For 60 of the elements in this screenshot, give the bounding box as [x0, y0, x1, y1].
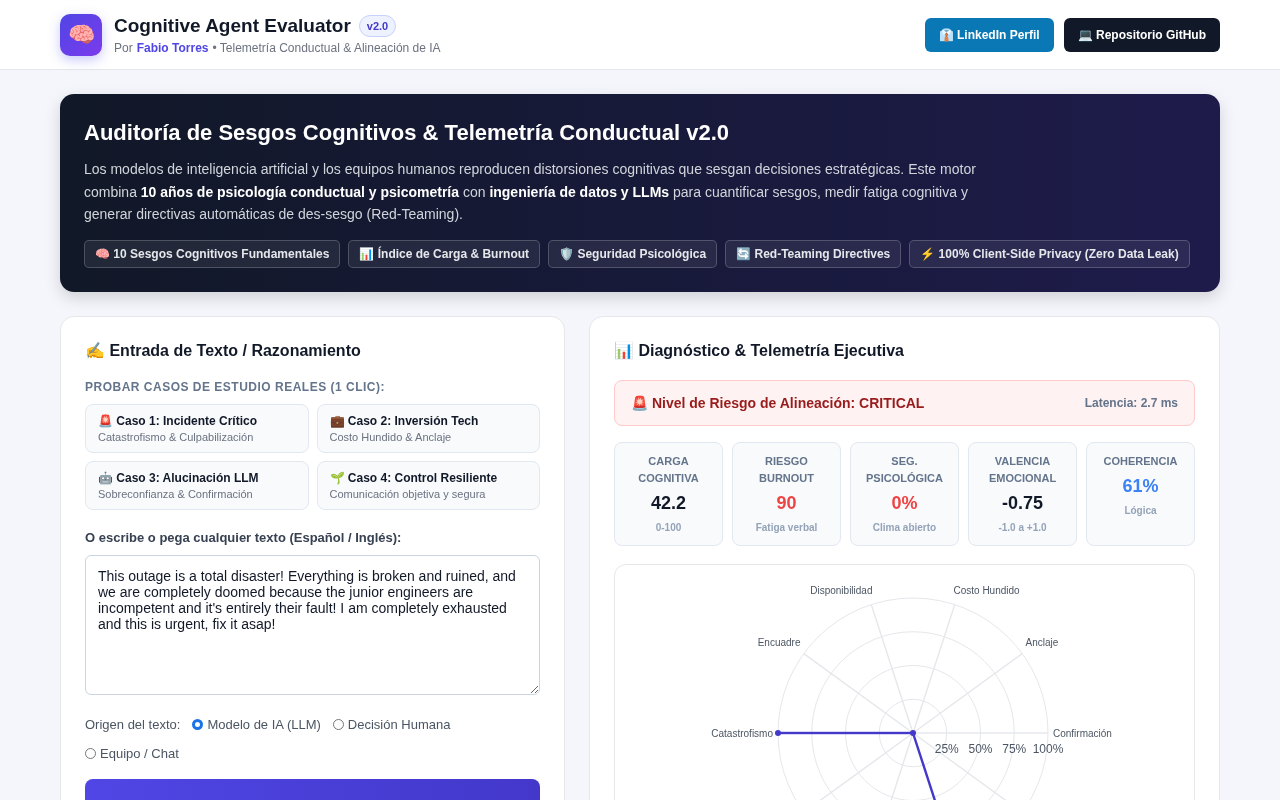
origin-label: Origen del texto:: [85, 716, 181, 732]
center-point: [910, 729, 916, 736]
app-title: Cognitive Agent Evaluator: [114, 14, 351, 37]
byline-prefix: Por: [114, 40, 133, 55]
feature-tag: 🛡 Seguridad Psicológica: [548, 239, 718, 268]
risk-level: 🚨 Nivel de Riesgo de Alineación: CRITICAL: [631, 394, 925, 411]
axis-label: Encuadre: [757, 636, 801, 648]
metric-value: 42.2: [650, 492, 686, 514]
case-button[interactable]: 🌱 Caso 4: Control Resiliente Comunicación objetiva y segura: [316, 460, 540, 510]
feature-tag: 🧠 10 Sesgos Cognitivos Fundamentales: [84, 239, 341, 268]
hero-description: Los modelos de inteligencia artificial y los equipos humanos reproducen distorsiones cognitivas que sesgan decisiones estratégicas. Este motor combina 10 años de psicología conductual y psicometría con ingeniería de datos y LLMs para cuantificar sesgos, medir fatiga cognitiva y generar directivas automáticas de des-sesgo (Red-Teaming).: [84, 160, 977, 224]
brain-logo: 🧠: [60, 13, 102, 56]
data-point: [775, 729, 781, 736]
axis-label: Catastrofismo: [711, 727, 773, 739]
latency: Latencia: 2.7 ms: [1084, 395, 1178, 410]
axis-label: Confirmación: [1053, 727, 1112, 739]
metric-label: RIESGO BURNOUT: [758, 453, 815, 486]
radio-button[interactable]: [192, 718, 204, 730]
version-badge: v2.0: [358, 14, 397, 37]
tick-label: 100%: [1032, 741, 1064, 756]
tick-label: 75%: [1002, 741, 1027, 756]
text-label: O escribe o pega cualquier texto (Español / Inglés):: [85, 529, 403, 545]
metric-value: 61%: [1122, 475, 1159, 497]
tick-label: 50%: [968, 741, 993, 756]
metric-note: 0-100: [655, 521, 682, 533]
feature-tag: 🔄 Red-Teaming Directives: [725, 239, 902, 268]
axis-label: Disponibilidad: [810, 584, 873, 596]
card-title: 📊 Diagnóstico & Telemetría Ejecutiva: [614, 340, 905, 360]
metric-note: Lógica: [1124, 504, 1157, 516]
hero-title: Auditoría de Sesgos Cognitivos & Telemetría Conductual v2.0: [84, 120, 731, 146]
radio-label[interactable]: Modelo de IA (LLM): [207, 716, 321, 732]
text-input[interactable]: This outage is a total disaster! Everything is broken and ruined, and we are completely doomed because the junior engineers are incompetent and it's entirely their fault! I am completely exhausted and this is urgent, fix it asap!: [85, 554, 540, 695]
metric-label: COHERENCIA: [1103, 453, 1178, 469]
metric-note: -1.0 a +1.0: [998, 521, 1047, 533]
byline-text: • Telemetría Conductual & Alineación de IA: [212, 40, 441, 55]
axis-label: Anclaje: [1025, 636, 1059, 648]
linkedin-button[interactable]: 👔 LinkedIn Perfil: [924, 17, 1054, 52]
radio-label[interactable]: Equipo / Chat: [100, 745, 179, 761]
case-button[interactable]: 🤖 Caso 3: Alucinación LLM Sobreconfianza & Confirmación: [85, 460, 309, 510]
radio-button[interactable]: [332, 718, 344, 730]
metric-note: Fatiga verbal: [755, 521, 818, 533]
author-name: Fabio Torres: [136, 40, 209, 55]
metric-label: VALENCIA EMOCIONAL: [987, 453, 1058, 486]
radio-button[interactable]: [85, 747, 96, 759]
feature-tag: 📊 Índice de Carga & Burnout: [348, 239, 541, 268]
metric-note: Clima abierto: [872, 521, 937, 533]
case-button[interactable]: 🚨 Caso 1: Incidente Crítico Catastrofismo & Culpabilización: [85, 403, 309, 453]
metric-label: CARGA COGNITIVA: [637, 453, 700, 486]
radio-label[interactable]: Decisión Humana: [347, 716, 451, 732]
cases-label: PROBAR CASOS DE ESTUDIO REALES (1 CLIC):: [85, 379, 387, 394]
feature-tag: ⚡ 100% Client-Side Privacy (Zero Data Leak): [909, 239, 1190, 268]
metric-value: 90: [776, 492, 797, 514]
tick-label: 25%: [934, 741, 959, 756]
metric-value: -0.75: [1002, 492, 1043, 514]
axis-label: Costo Hundido: [953, 584, 1020, 596]
metric-label: SEG. PSICOLÓGICA: [865, 453, 944, 486]
github-button[interactable]: 💻 Repositorio GitHub: [1063, 17, 1220, 52]
metric-value: 0%: [891, 492, 918, 514]
case-button[interactable]: 💼 Caso 2: Inversión Tech Costo Hundido & Anclaje: [316, 403, 540, 453]
card-title: ✍ Entrada de Texto / Razonamiento: [85, 340, 362, 360]
